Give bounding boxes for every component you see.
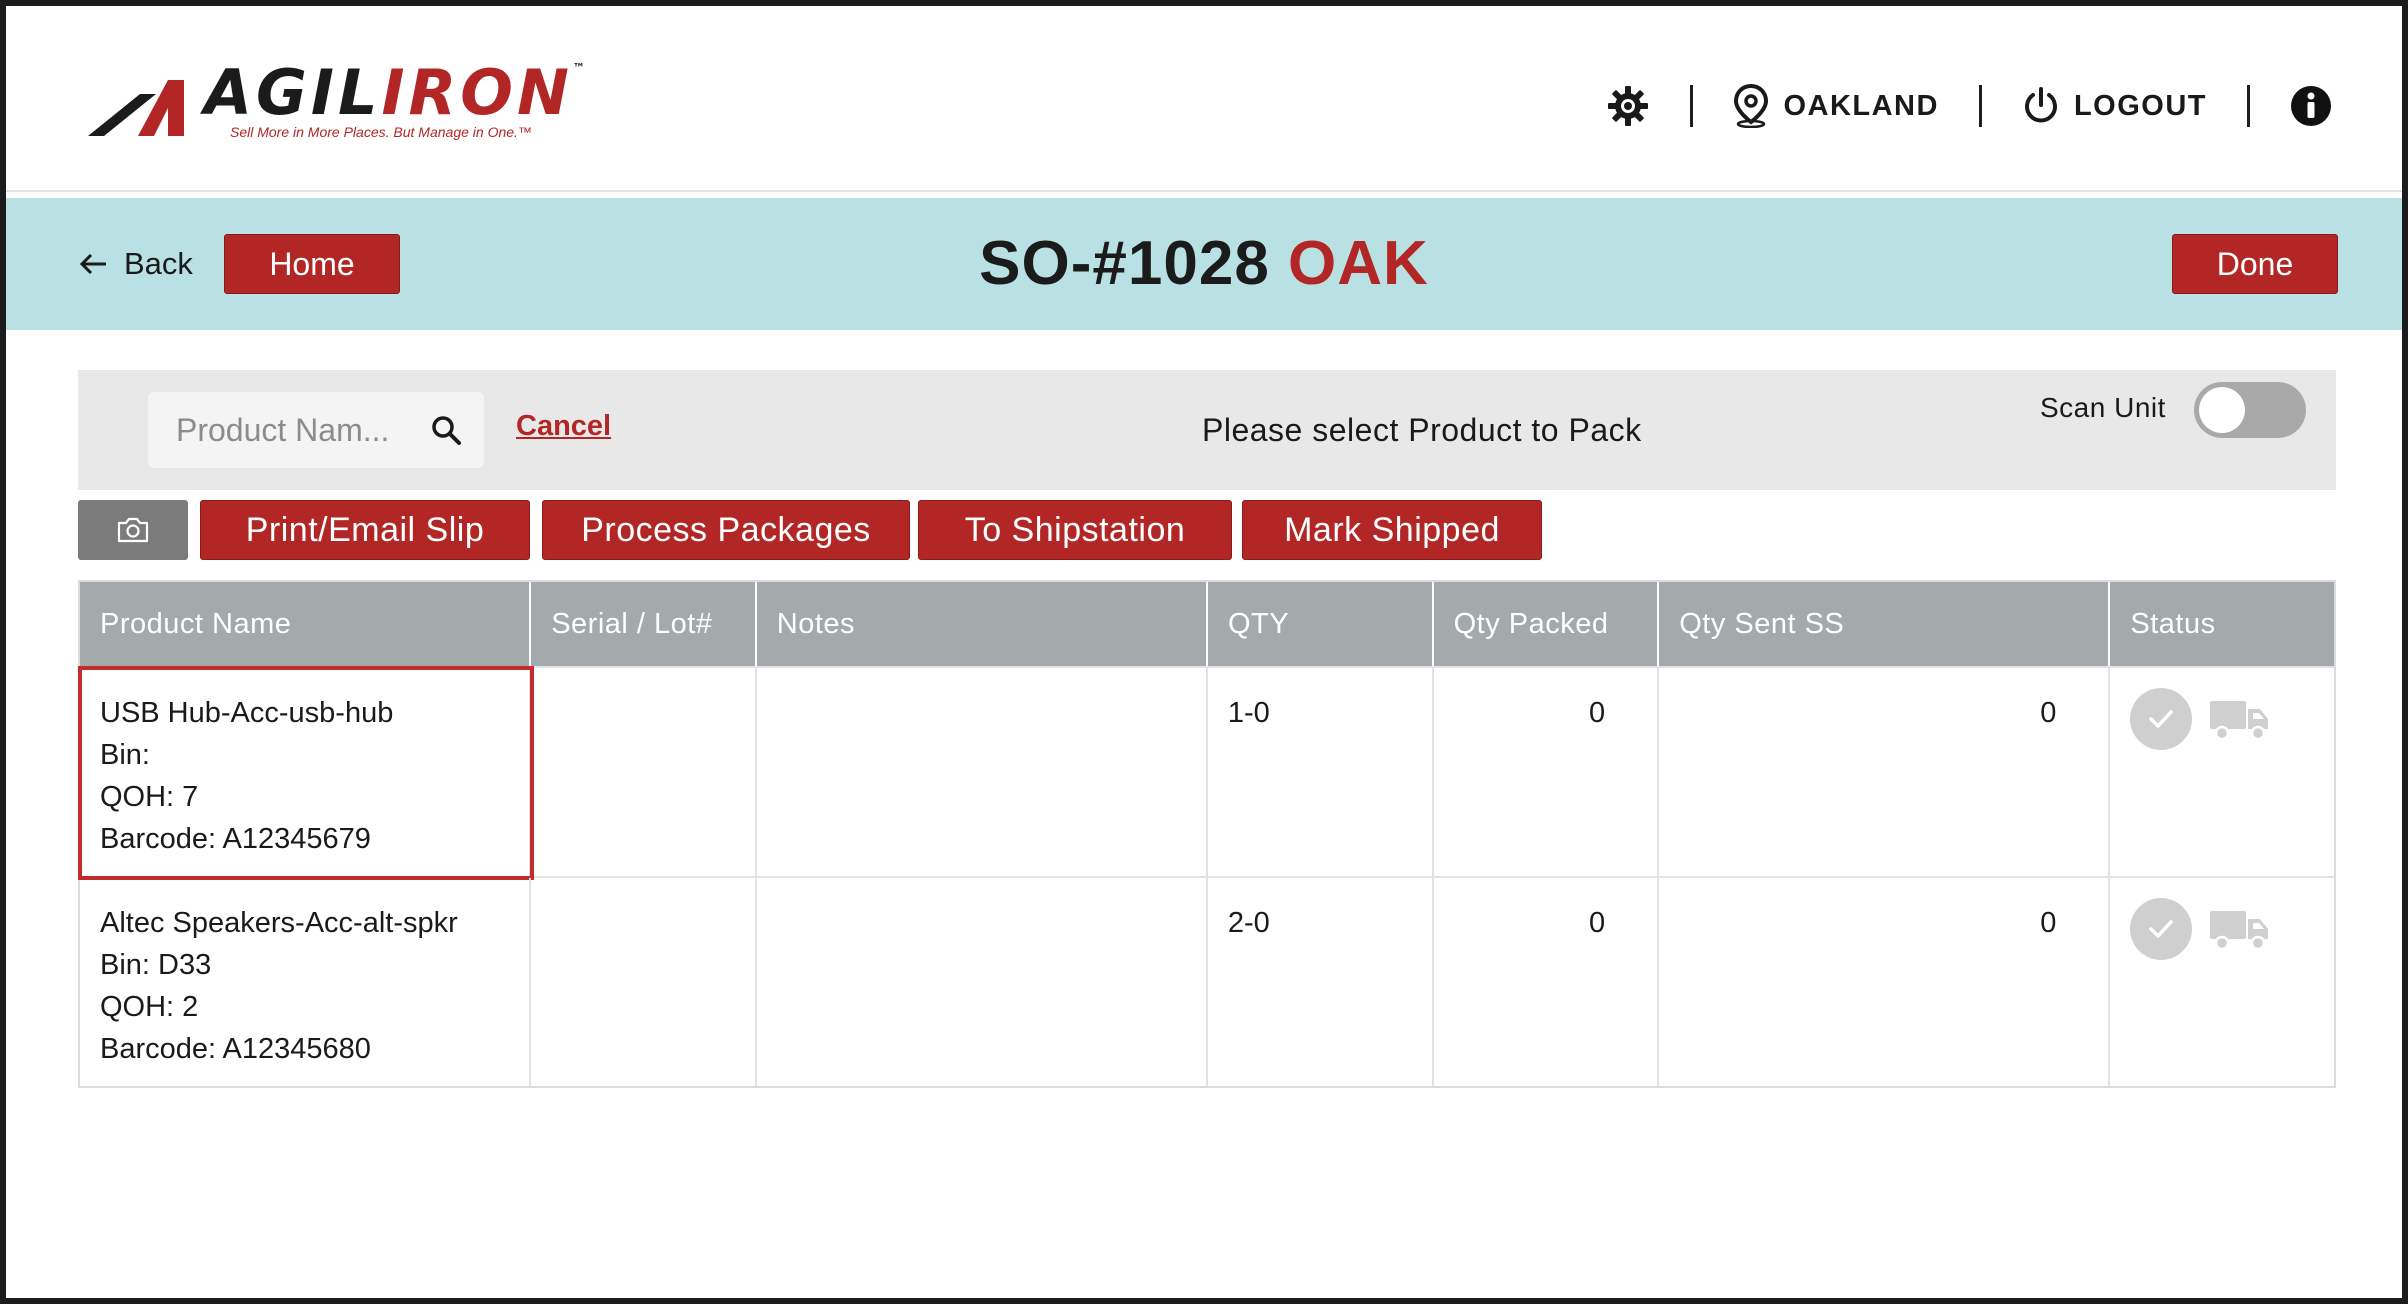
cancel-link[interactable]: Cancel (516, 410, 611, 443)
header-divider (1690, 85, 1694, 127)
product-search-box (148, 392, 484, 468)
product-barcode: Barcode: A12345679 (100, 823, 371, 855)
logo-mark-icon (88, 80, 184, 136)
column-header[interactable]: Status (2110, 582, 2334, 666)
serial-cell[interactable] (531, 668, 757, 876)
pack-instruction: Please select Product to Pack (1202, 412, 1642, 448)
scan-unit-toggle[interactable] (2194, 382, 2306, 438)
logout-button[interactable]: LOGOUT (2022, 78, 2207, 134)
logo-tagline: Sell More in More Places. But Manage in … (230, 124, 532, 140)
gear-icon (1608, 86, 1649, 126)
camera-button[interactable] (78, 500, 188, 560)
product-cell[interactable]: USB Hub-Acc-usb-hub Bin: QOH: 7 Barcode:… (78, 666, 534, 880)
qty-packed-cell: 0 (1434, 878, 1660, 1086)
table-header: Product Name Serial / Lot# Notes QTY Qty… (80, 582, 2334, 666)
column-header[interactable]: QTY (1208, 582, 1434, 666)
agiliron-logo[interactable]: AGILIRON™ Sell More in More Places. But … (88, 62, 585, 144)
product-name: USB Hub-Acc-usb-hub (100, 697, 394, 729)
header-divider (1978, 85, 1982, 127)
logo-wordmark: AGILIRON™ (204, 56, 589, 129)
column-header[interactable]: Product Name (80, 582, 532, 666)
store-code: OAK (1288, 229, 1429, 298)
truck-icon[interactable] (2208, 905, 2272, 953)
product-qoh: QOH: 2 (100, 991, 199, 1023)
page-title: SO-#1028 OAK (6, 228, 2402, 299)
camera-icon (117, 517, 149, 543)
product-search-input[interactable] (176, 392, 416, 468)
product-name: Altec Speakers-Acc-alt-spkr (100, 907, 458, 939)
column-header[interactable]: Qty Packed (1434, 582, 1660, 666)
qty-sent-cell: 0 (1659, 668, 2111, 876)
column-header[interactable]: Notes (757, 582, 1208, 666)
packed-check-icon[interactable] (2130, 688, 2193, 750)
column-header[interactable]: Serial / Lot# (531, 582, 757, 666)
top-header: AGILIRON™ Sell More in More Places. But … (6, 6, 2402, 192)
location-selector[interactable]: OAKLAND (1733, 78, 1939, 134)
header-divider (2247, 85, 2250, 127)
order-number: SO-#1028 (979, 229, 1270, 298)
packed-check-icon[interactable] (2130, 898, 2193, 960)
done-button[interactable]: Done (2172, 234, 2338, 294)
qty-cell: 2-0 (1208, 878, 1434, 1086)
truck-icon[interactable] (2208, 695, 2272, 743)
product-cell[interactable]: Altec Speakers-Acc-alt-spkr Bin: D33 QOH… (80, 878, 532, 1086)
serial-cell[interactable] (531, 878, 757, 1086)
logout-label: LOGOUT (2073, 89, 2207, 122)
location-pin-icon (1734, 84, 1769, 128)
print-email-slip-button[interactable]: Print/Email Slip (200, 500, 530, 560)
column-header[interactable]: Qty Sent SS (1659, 582, 2111, 666)
info-icon (2291, 86, 2331, 126)
status-cell (2110, 668, 2334, 876)
settings-button[interactable] (1606, 78, 1650, 134)
product-barcode: Barcode: A12345680 (100, 1033, 371, 1065)
product-bin: Bin: (100, 739, 150, 771)
product-bin: Bin: D33 (100, 949, 212, 981)
table-row[interactable]: USB Hub-Acc-usb-hub Bin: QOH: 7 Barcode:… (78, 666, 2334, 880)
table-row[interactable]: Altec Speakers-Acc-alt-spkr Bin: D33 QOH… (80, 876, 2334, 1086)
power-icon (2025, 87, 2057, 123)
scan-unit-label: Scan Unit (2040, 392, 2166, 423)
info-button[interactable] (2290, 78, 2332, 134)
notes-cell[interactable] (757, 878, 1208, 1086)
notes-cell[interactable] (757, 668, 1208, 876)
product-qoh: QOH: 7 (100, 781, 199, 813)
process-packages-button[interactable]: Process Packages (542, 500, 910, 560)
search-bar: Cancel Please select Product to Pack Sca… (78, 370, 2336, 490)
search-icon[interactable] (430, 414, 462, 446)
header-tools: OAKLAND LOGOUT (1606, 78, 2332, 134)
title-bar: Back Home SO-#1028 OAK Done (6, 198, 2402, 330)
status-cell (2110, 878, 2334, 1086)
location-label: OAKLAND (1783, 89, 1939, 122)
toggle-knob (2199, 387, 2245, 433)
to-shipstation-button[interactable]: To Shipstation (918, 500, 1232, 560)
qty-sent-cell: 0 (1659, 878, 2111, 1086)
qty-cell: 1-0 (1208, 668, 1434, 876)
qty-packed-cell: 0 (1434, 668, 1660, 876)
mark-shipped-button[interactable]: Mark Shipped (1242, 500, 1542, 560)
products-table: Product Name Serial / Lot# Notes QTY Qty… (78, 580, 2336, 1088)
